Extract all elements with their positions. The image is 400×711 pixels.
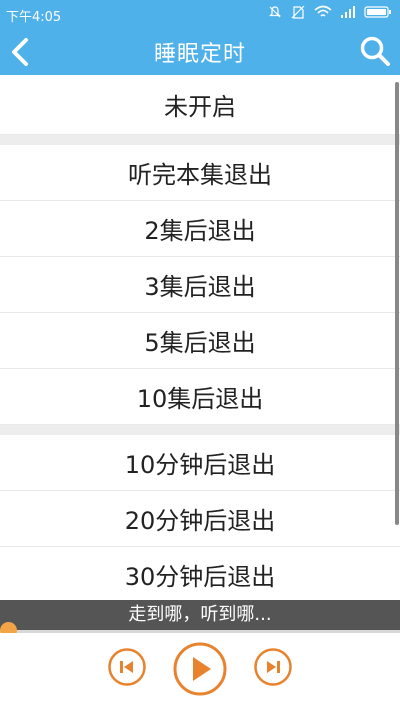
- no-sim-icon: [291, 5, 305, 19]
- previous-button[interactable]: [107, 647, 147, 691]
- timer-option-30-minutes[interactable]: 30分钟后退出: [0, 547, 400, 600]
- list-scrollbar[interactable]: [395, 82, 399, 525]
- skip-previous-icon: [108, 648, 146, 686]
- timer-option-3-episodes[interactable]: 3集后退出: [0, 257, 400, 313]
- status-icons: [268, 4, 392, 20]
- search-button[interactable]: [358, 34, 392, 68]
- signal-icon: [341, 6, 355, 18]
- section-divider: [0, 425, 400, 435]
- timer-option-20-minutes[interactable]: 20分钟后退出: [0, 491, 400, 547]
- timer-option-off[interactable]: 未开启: [0, 75, 400, 135]
- skip-next-icon: [254, 648, 292, 686]
- player-controls: [0, 633, 400, 711]
- section-divider: [0, 135, 400, 145]
- timer-option-list[interactable]: 未开启 听完本集退出 2集后退出 3集后退出 5集后退出 10集后退出 10分钟…: [0, 75, 400, 600]
- timer-option-2-episodes[interactable]: 2集后退出: [0, 201, 400, 257]
- timer-option-5-episodes[interactable]: 5集后退出: [0, 313, 400, 369]
- page-title: 睡眠定时: [153, 42, 246, 67]
- play-button[interactable]: [172, 641, 228, 701]
- mute-icon: [269, 6, 281, 18]
- timer-option-after-current-episode[interactable]: 听完本集退出: [0, 145, 400, 201]
- now-playing-text: 走到哪，听到哪...: [0, 600, 400, 630]
- app-bar: 睡眠定时: [0, 28, 400, 75]
- play-icon: [173, 642, 227, 696]
- wifi-icon: [314, 5, 332, 17]
- battery-icon: [364, 6, 391, 18]
- status-bar: 下午4:05: [0, 0, 400, 28]
- timer-option-10-minutes[interactable]: 10分钟后退出: [0, 435, 400, 491]
- next-button[interactable]: [253, 647, 293, 691]
- status-time: 下午4:05: [6, 10, 62, 25]
- timer-option-10-episodes[interactable]: 10集后退出: [0, 369, 400, 425]
- search-icon: [360, 36, 390, 66]
